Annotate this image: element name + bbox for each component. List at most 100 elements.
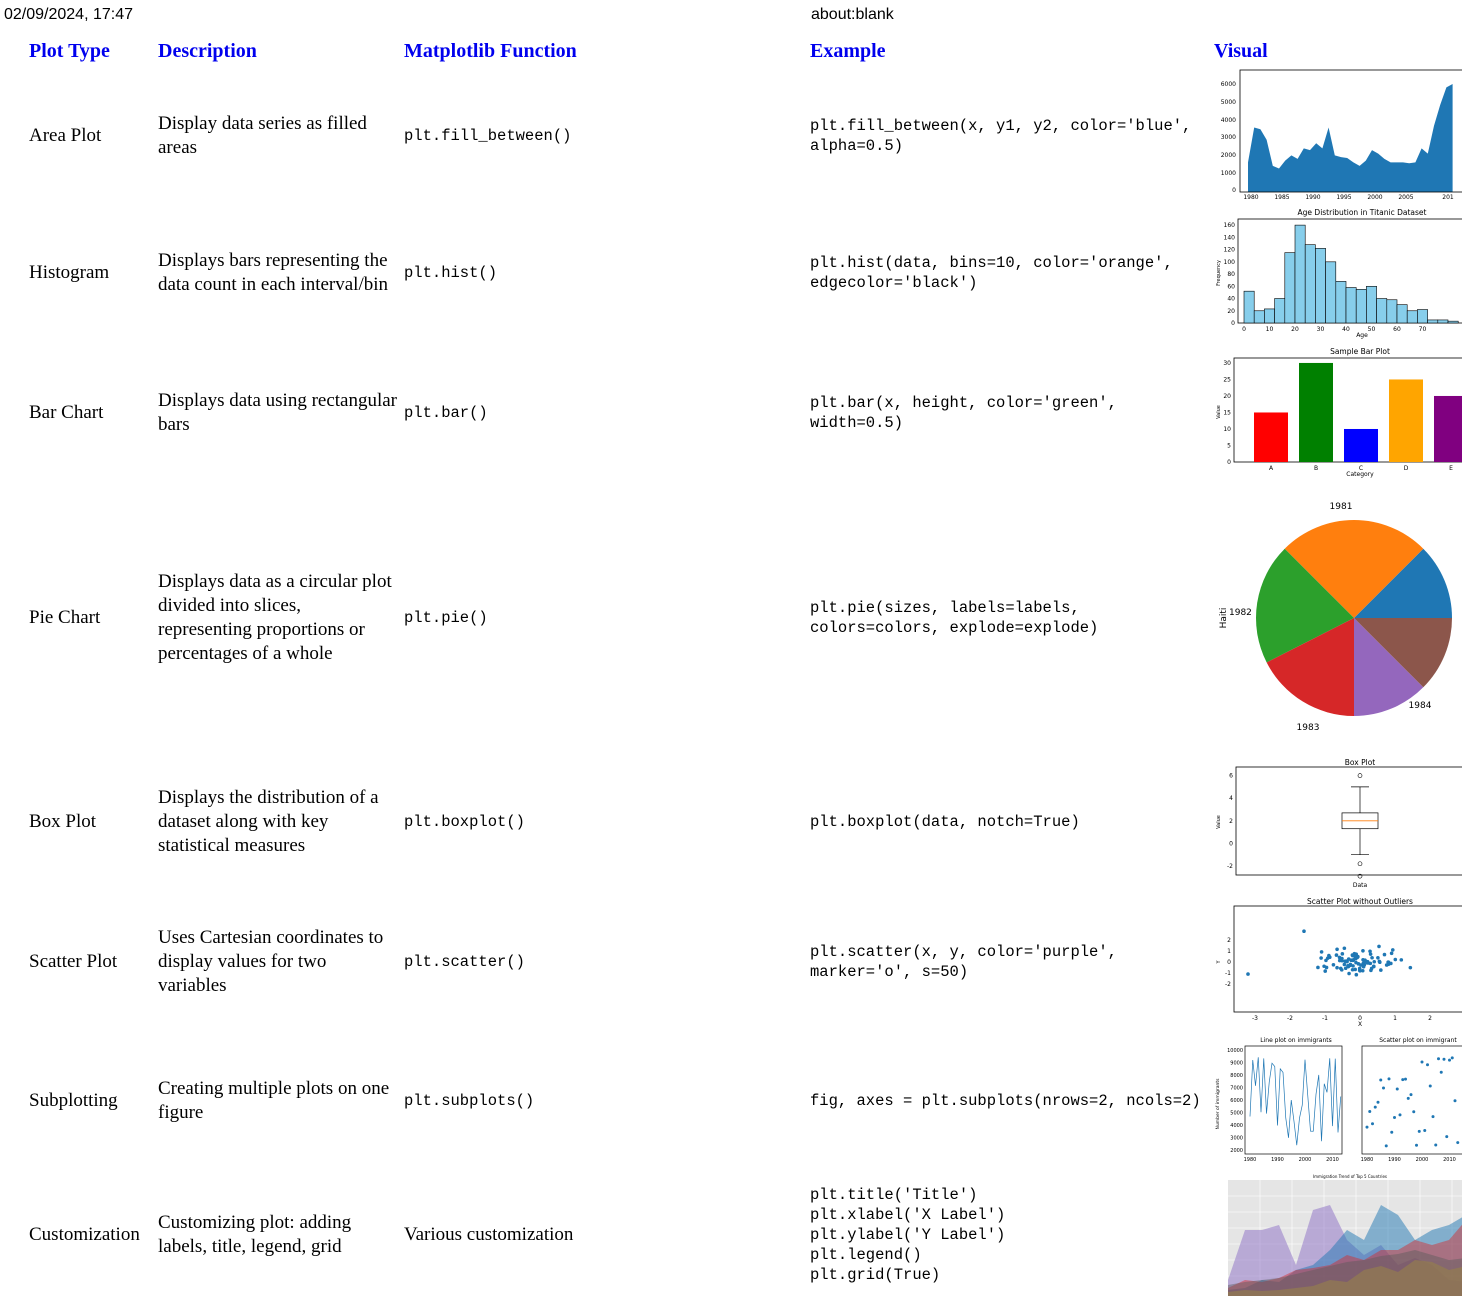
hist-bar (1376, 298, 1388, 324)
pie-chart-visual: Haiti 1981 1982 1983 1984 (1212, 484, 1462, 752)
scatter-point (1351, 958, 1355, 963)
subplots-chart: Line plot on immigrants Scatter plot on … (1215, 1037, 1462, 1163)
subplot-scatter-point (1456, 1141, 1460, 1145)
bar-title: Sample Bar Plot (1330, 347, 1390, 356)
scatter-point (1360, 968, 1365, 973)
plot-type: Pie Chart (29, 607, 101, 628)
subplot-scatter-point (1428, 1084, 1432, 1088)
box-outlier (1357, 773, 1363, 778)
subplot-scatter-point (1401, 1078, 1405, 1082)
subplot-scatter-point (1390, 1130, 1394, 1134)
scatter-point (1376, 955, 1380, 960)
subplot-x-tick: 1980 (1244, 1157, 1257, 1163)
scatter-point (1357, 966, 1362, 971)
area-y-tick: 5000 (1221, 99, 1236, 106)
subplot-scatter-point (1423, 1128, 1427, 1132)
box-plot-visual: Box Plot Value Data -2 0 2 4 6 (1212, 752, 1462, 892)
scatter-point (1353, 967, 1358, 972)
scatter-point (1389, 951, 1394, 956)
bar-rect (1389, 379, 1423, 462)
scatter-point (1370, 955, 1374, 960)
bar-y-tick: 10 (1223, 426, 1231, 433)
example: plt.fill_between(x, y1, y2, color='blue'… (810, 116, 1201, 155)
description: Uses Cartesian coordinates to display va… (158, 927, 384, 996)
area-plot-visual: 0 1000 2000 3000 4000 5000 6000 1980 198… (1212, 68, 1462, 203)
scatter-point (1389, 961, 1393, 966)
scatter-x-tick: 0 (1358, 1015, 1362, 1022)
subplot-y-tick: 6000 (1230, 1098, 1243, 1104)
hist-bar (1447, 320, 1459, 324)
scatter-point (1372, 959, 1377, 964)
bar-chart: Sample Bar Plot Value Category A B C D E 0 5 10… (1216, 347, 1462, 478)
scatter-point (1324, 965, 1329, 970)
scatter-point (1324, 958, 1328, 963)
bar-y-tick: 30 (1223, 360, 1231, 367)
subplot-scatter-point (1426, 1063, 1429, 1067)
scatter-y-tick: 2 (1227, 937, 1231, 944)
scatter-y-tick: 0 (1227, 959, 1231, 966)
area-plot-chart: 0 1000 2000 3000 4000 5000 6000 1980 198… (1221, 69, 1462, 201)
bar-x-tick: B (1314, 465, 1318, 472)
hist-bar (1355, 289, 1367, 324)
subplot-scatter-point (1450, 1056, 1454, 1060)
scatter-xlabel: X (1358, 1021, 1362, 1028)
scatter-x-tick: 2 (1428, 1015, 1432, 1022)
table-row-histogram: Histogram Displays bars representing the… (0, 203, 1462, 342)
scatter-point (1246, 972, 1250, 976)
plot-type: Histogram (29, 261, 110, 283)
hist-bar (1243, 290, 1255, 324)
header-example: Example (810, 40, 886, 62)
subplot-y-tick: 7000 (1230, 1086, 1243, 1092)
table-row-pie: Pie Chart Displays data as a circular pl… (0, 484, 1462, 752)
bar-chart-visual: Sample Bar Plot Value Category A B C D E 0 5 10… (1212, 342, 1462, 484)
subplot-scatter-point (1409, 1093, 1413, 1097)
subplot-y-tick: 4000 (1230, 1123, 1243, 1129)
scatter-point (1327, 953, 1331, 958)
hist-x-tick: 60 (1393, 326, 1401, 333)
plot-type: Subplotting (29, 1090, 118, 1111)
function: plt.subplots() (404, 1092, 535, 1110)
function: plt.hist() (404, 263, 498, 282)
scatter-y-tick: 1 (1227, 948, 1231, 955)
table-row-subplots: Subplotting Creating multiple plots on o… (0, 1032, 1462, 1170)
bar-y-tick: 0 (1227, 459, 1231, 466)
subplot-ylabel: Number of immigrants (1215, 1078, 1221, 1130)
box-y-tick: 2 (1229, 818, 1233, 825)
description: Displays data using rectangular bars (158, 390, 398, 435)
area-x-tick: 1985 (1274, 194, 1289, 201)
pie-ylabel: Haiti (1219, 608, 1229, 629)
bar-x-tick: E (1449, 465, 1453, 472)
hist-y-tick: 160 (1224, 222, 1236, 229)
hist-y-tick: 40 (1227, 296, 1235, 303)
area-fill (1248, 83, 1453, 192)
box-y-tick: 0 (1229, 840, 1233, 847)
subplot-y-tick: 5000 (1230, 1111, 1243, 1117)
scatter-point (1379, 968, 1383, 972)
scatter-point (1390, 948, 1395, 952)
scatter-x-tick: 1 (1393, 1015, 1397, 1022)
bar-ylabel: Value (1216, 405, 1222, 419)
scatter-x-tick: -2 (1287, 1015, 1293, 1022)
area-y-tick: 2000 (1221, 152, 1236, 159)
scatter-point (1335, 947, 1339, 952)
hist-bar (1437, 319, 1449, 324)
subplot-scatter-point (1382, 1086, 1385, 1090)
hist-y-tick: 0 (1231, 320, 1235, 327)
pie-label: 1983 (1297, 723, 1320, 733)
customization-visual: Immigration Trend of Top 5 Countries (1212, 1170, 1462, 1300)
scatter-point (1351, 964, 1355, 968)
hist-bar (1274, 298, 1286, 324)
subplot-scatter-point (1373, 1105, 1377, 1109)
scatter-point (1302, 929, 1306, 933)
plot-type: Box Plot (29, 811, 97, 832)
hist-bar (1345, 287, 1357, 324)
table-row-scatter: Scatter Plot Uses Cartesian coordinates … (0, 892, 1462, 1032)
area-x-tick: 1980 (1243, 194, 1258, 201)
hist-bar (1386, 299, 1398, 324)
scatter-point (1382, 952, 1387, 957)
subplot-scatter-point (1398, 1113, 1402, 1117)
scatter-point (1319, 950, 1324, 954)
example: plt.pie(sizes, labels=labels, colors=col… (810, 599, 1099, 637)
area-x-tick: 201 (1442, 194, 1454, 201)
hist-y-tick: 120 (1224, 247, 1236, 254)
